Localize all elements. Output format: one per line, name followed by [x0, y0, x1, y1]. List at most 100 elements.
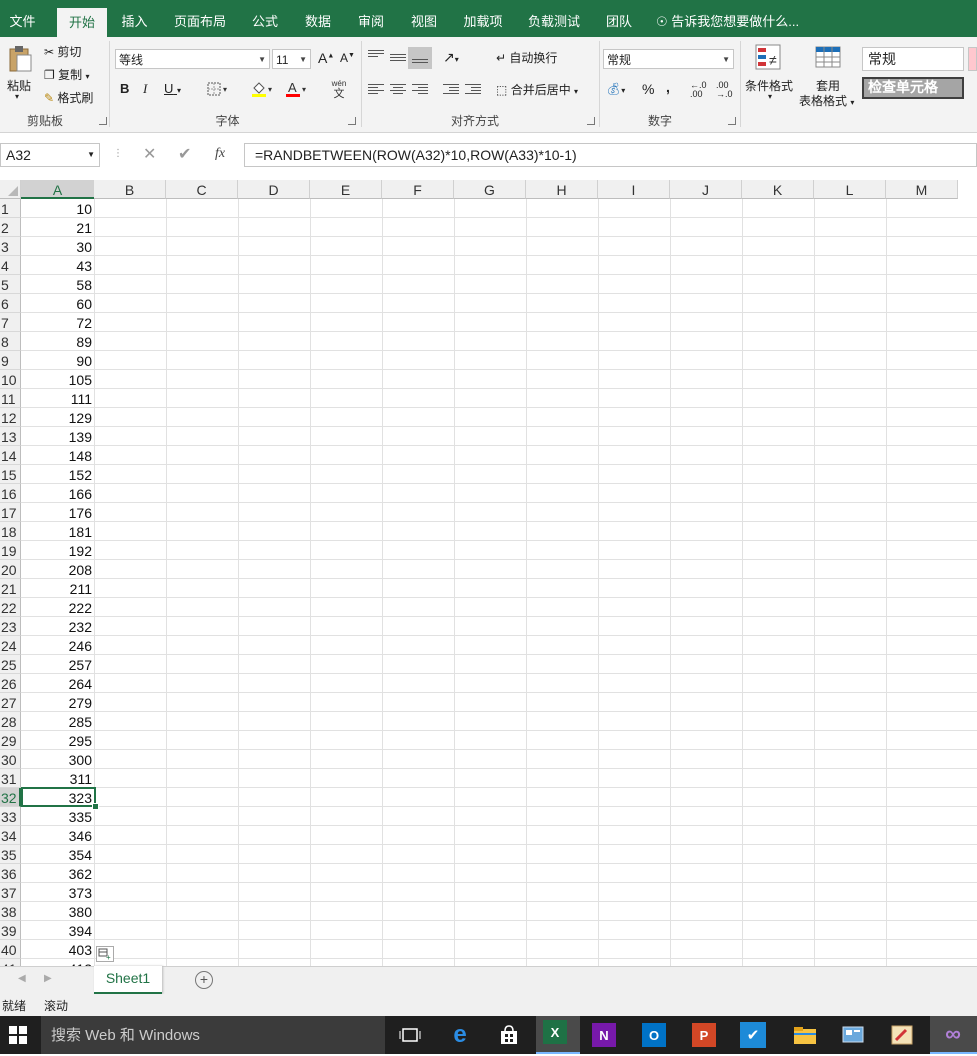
align-left-icon[interactable] [368, 82, 384, 96]
tab-addins[interactable]: 加载项 [457, 0, 509, 37]
cell-a23[interactable]: 232 [22, 617, 94, 636]
tab-data[interactable]: 数据 [297, 0, 339, 37]
tab-home[interactable]: 开始 [57, 8, 107, 37]
row-header[interactable]: 15 [0, 465, 21, 484]
row-header[interactable]: 8 [0, 332, 21, 351]
row-header[interactable]: 10 [0, 370, 21, 389]
cell-a41[interactable]: 412 [22, 959, 94, 966]
cell-a19[interactable]: 192 [22, 541, 94, 560]
row-header[interactable]: 22 [0, 598, 21, 617]
powerpoint-icon[interactable]: P [692, 1023, 716, 1047]
row-header[interactable]: 39 [0, 921, 21, 940]
insert-function-button[interactable]: fx [215, 146, 225, 162]
decrease-decimal-icon[interactable]: .00 →.0 [716, 81, 733, 99]
paste-button[interactable] [6, 45, 34, 73]
cell-a3[interactable]: 30 [22, 237, 94, 256]
cell-a12[interactable]: 129 [22, 408, 94, 427]
row-header[interactable]: 30 [0, 750, 21, 769]
row-header[interactable]: 41 [0, 959, 21, 966]
cell-a8[interactable]: 89 [22, 332, 94, 351]
row-header[interactable]: 32 [0, 788, 21, 807]
formula-input[interactable]: =RANDBETWEEN(ROW(A32)*10,ROW(A33)*10-1) [244, 143, 977, 167]
worksheet-grid[interactable]: ABCDEFGHIJKLM 1 10 2 21 3 30 4 43 5 58 6 60 7 72 8 89 9 9… [0, 180, 977, 966]
font-color-button[interactable]: A ▾ [280, 79, 310, 99]
cell-a7[interactable]: 72 [22, 313, 94, 332]
row-header[interactable]: 24 [0, 636, 21, 655]
cell-a39[interactable]: 394 [22, 921, 94, 940]
orientation-button[interactable]: ↗▾ [443, 49, 459, 66]
column-header-l[interactable]: L [814, 180, 886, 199]
format-as-table-label-bottom[interactable]: 表格格式 ▾ [799, 92, 854, 109]
row-header[interactable]: 16 [0, 484, 21, 503]
cell-a28[interactable]: 285 [22, 712, 94, 731]
cell-a17[interactable]: 176 [22, 503, 94, 522]
style-normal[interactable]: 常规 [862, 47, 964, 71]
conditional-formatting-button[interactable]: ≠ [752, 43, 786, 73]
cell-a5[interactable]: 58 [22, 275, 94, 294]
column-header-j[interactable]: J [670, 180, 742, 199]
column-header-h[interactable]: H [526, 180, 598, 199]
paste-dropdown-icon[interactable]: ▾ [15, 92, 19, 101]
task-view-icon[interactable] [395, 1020, 425, 1050]
decrease-indent-icon[interactable] [443, 82, 459, 96]
add-sheet-button[interactable]: + [195, 971, 213, 989]
increase-decimal-icon[interactable]: ←.0.00 [690, 81, 707, 99]
cell-a30[interactable]: 300 [22, 750, 94, 769]
clipboard-launcher-icon[interactable] [99, 117, 107, 125]
column-header-b[interactable]: B [94, 180, 166, 199]
row-header[interactable]: 12 [0, 408, 21, 427]
alignment-launcher-icon[interactable] [587, 117, 595, 125]
underline-button[interactable]: U ▾ [164, 81, 181, 96]
edge-browser-icon[interactable]: e [445, 1020, 475, 1050]
cell-a4[interactable]: 43 [22, 256, 94, 275]
row-header[interactable]: 19 [0, 541, 21, 560]
cell-a6[interactable]: 60 [22, 294, 94, 313]
row-header[interactable]: 37 [0, 883, 21, 902]
accounting-format-button[interactable]: 💰︎▾ [606, 82, 625, 96]
tab-team[interactable]: 团队 [598, 0, 640, 37]
autofill-options-button[interactable]: + [96, 946, 114, 962]
onenote-icon[interactable]: N [592, 1023, 616, 1047]
store-icon[interactable] [494, 1020, 524, 1050]
cell-a37[interactable]: 373 [22, 883, 94, 902]
cell-a15[interactable]: 152 [22, 465, 94, 484]
cell-a18[interactable]: 181 [22, 522, 94, 541]
cell-a9[interactable]: 90 [22, 351, 94, 370]
style-bad[interactable] [968, 47, 977, 71]
align-right-icon[interactable] [412, 82, 428, 96]
tab-load-test[interactable]: 负载测试 [523, 0, 585, 37]
row-header[interactable]: 25 [0, 655, 21, 674]
cell-a36[interactable]: 362 [22, 864, 94, 883]
copy-button[interactable]: ❐ 复制 ▾ [44, 66, 89, 83]
cell-a38[interactable]: 380 [22, 902, 94, 921]
row-header[interactable]: 17 [0, 503, 21, 522]
column-header-g[interactable]: G [454, 180, 526, 199]
cell-a14[interactable]: 148 [22, 446, 94, 465]
row-header[interactable]: 18 [0, 522, 21, 541]
tab-review[interactable]: 审阅 [350, 0, 392, 37]
cell-a26[interactable]: 264 [22, 674, 94, 693]
number-launcher-icon[interactable] [728, 117, 736, 125]
row-header[interactable]: 1 [0, 199, 21, 218]
row-header[interactable]: 13 [0, 427, 21, 446]
row-header[interactable]: 38 [0, 902, 21, 921]
cell-a25[interactable]: 257 [22, 655, 94, 674]
tab-insert[interactable]: 插入 [112, 0, 157, 37]
format-as-table-button[interactable] [812, 43, 846, 73]
paint-app-icon[interactable] [887, 1020, 917, 1050]
cell-a27[interactable]: 279 [22, 693, 94, 712]
tab-file[interactable]: 文件 [0, 0, 45, 37]
sheet-tab-sheet1[interactable]: Sheet1 [94, 966, 162, 994]
scroll-left-icon[interactable]: ◀ [18, 973, 26, 984]
cell-a10[interactable]: 105 [22, 370, 94, 389]
format-painter-button[interactable]: ✎ 格式刷 [44, 89, 93, 106]
column-header-c[interactable]: C [166, 180, 238, 199]
row-header[interactable]: 35 [0, 845, 21, 864]
row-header[interactable]: 36 [0, 864, 21, 883]
cancel-icon[interactable]: ✕ [143, 144, 156, 164]
comma-style-button[interactable]: , [666, 79, 670, 95]
cell-a24[interactable]: 246 [22, 636, 94, 655]
borders-button[interactable]: ▾ [204, 81, 230, 97]
row-header[interactable]: 28 [0, 712, 21, 731]
cell-a16[interactable]: 166 [22, 484, 94, 503]
